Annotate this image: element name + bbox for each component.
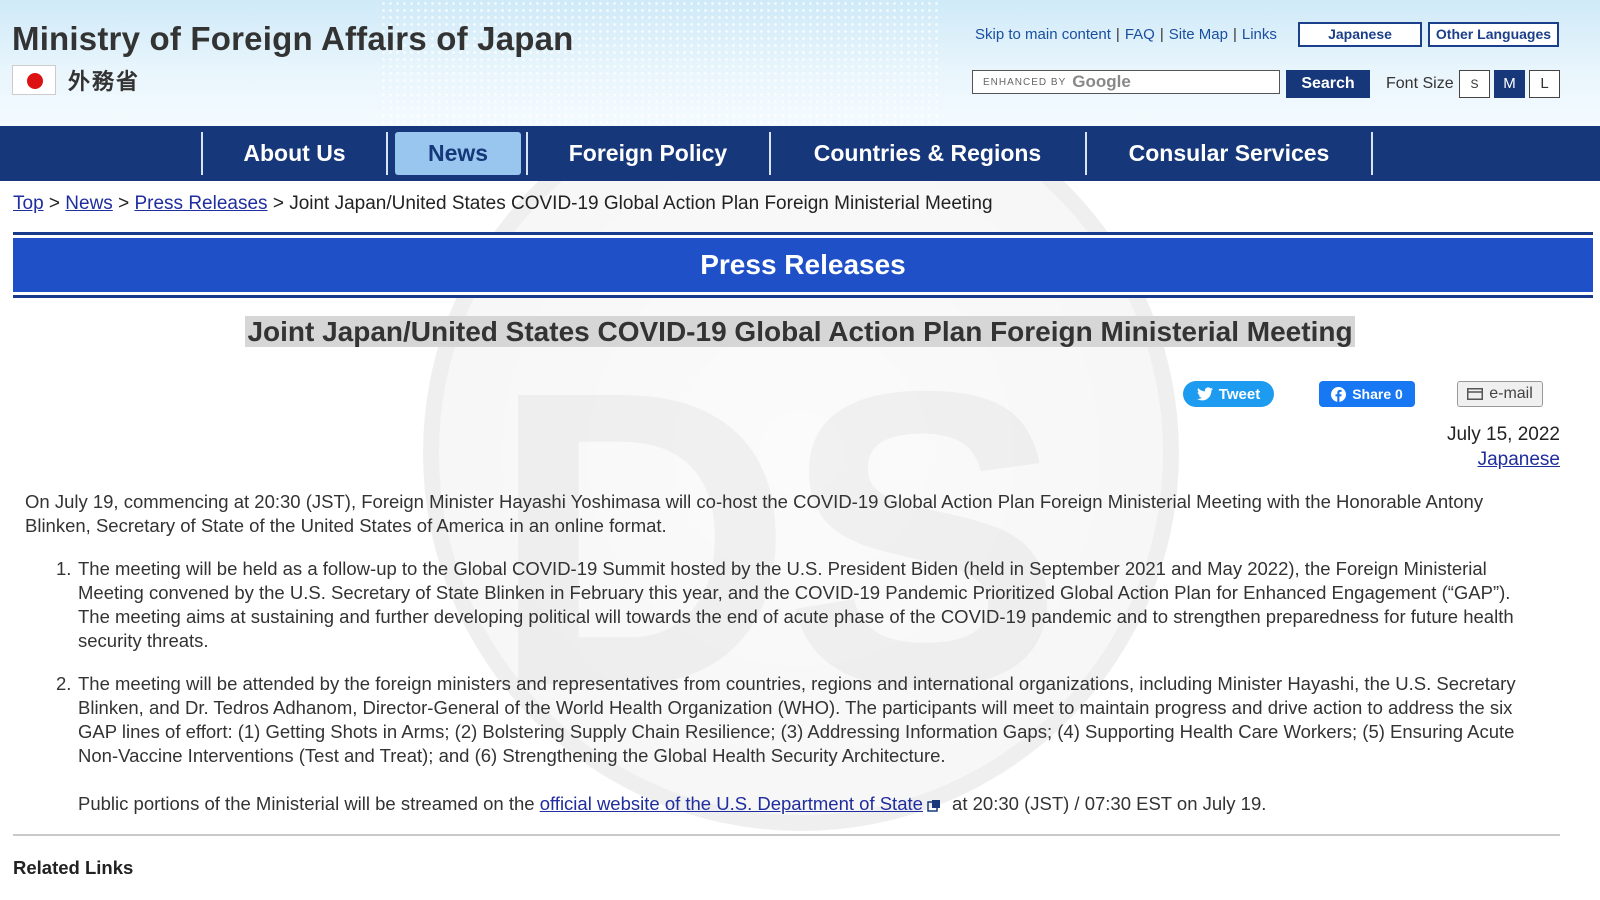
nav-separator [386, 132, 388, 175]
tweet-button[interactable]: Tweet [1183, 381, 1274, 407]
breadcrumb-separator: > [272, 193, 290, 214]
font-size-large-button[interactable]: L [1529, 70, 1560, 98]
site-header: Ministry of Foreign Affairs of Japan 外務省… [0, 0, 1600, 126]
stream-paragraph: Public portions of the Ministerial will … [78, 792, 1538, 816]
search-enhanced-label: ENHANCED BY [983, 76, 1067, 88]
intro-paragraph: On July 19, commencing at 20:30 (JST), F… [25, 491, 1484, 536]
world-map-decoration [380, 0, 940, 126]
font-size-label: Font Size [1386, 75, 1454, 92]
breadcrumb: Top > News > Press Releases > Joint Japa… [0, 187, 1600, 220]
breadcrumb-current: Joint Japan/United States COVID-19 Globa… [289, 193, 993, 214]
list-item-number: 2. [56, 673, 72, 694]
main-nav: About Us News Foreign Policy Countries &… [0, 126, 1600, 181]
related-links-heading: Related Links [13, 857, 134, 878]
google-logo: Google [1072, 72, 1131, 91]
divider [13, 834, 1560, 836]
breadcrumb-separator: > [118, 193, 135, 214]
nav-item-foreign-policy[interactable]: Foreign Policy [528, 132, 768, 175]
skip-to-main-link[interactable]: Skip to main content [975, 26, 1111, 43]
search-input[interactable]: ENHANCED BY Google [972, 70, 1280, 94]
envelope-icon [1467, 388, 1484, 400]
stream-text-before: Public portions of the Ministerial will … [78, 793, 540, 814]
external-link-icon [927, 800, 940, 812]
site-subtitle: 外務省 [12, 64, 140, 96]
faq-link[interactable]: FAQ [1125, 26, 1155, 43]
utility-links: Skip to main content | FAQ | Site Map | … [975, 26, 1277, 43]
font-size-medium-button[interactable]: M [1494, 70, 1525, 98]
list-item-text: The meeting will be attended by the fore… [78, 673, 1516, 766]
japanese-version-link[interactable]: Japanese [1478, 449, 1560, 471]
stream-text-after: at 20:30 (JST) / 07:30 EST on July 19. [946, 793, 1267, 814]
nav-item-about-us[interactable]: About Us [203, 132, 386, 175]
facebook-icon [1331, 386, 1347, 402]
nav-item-consular-services[interactable]: Consular Services [1087, 132, 1371, 175]
list-item-number: 1. [56, 558, 72, 579]
breadcrumb-news[interactable]: News [65, 193, 113, 214]
us-state-department-link[interactable]: official website of the U.S. Department … [540, 793, 923, 814]
separator: | [1232, 26, 1237, 43]
breadcrumb-separator: > [48, 193, 66, 214]
list-item: 2. The meeting will be attended by the f… [56, 672, 1538, 768]
japanese-language-button[interactable]: Japanese [1298, 22, 1422, 47]
publish-date: July 15, 2022 [1446, 424, 1560, 445]
facebook-share-button[interactable]: Share 0 [1319, 381, 1415, 407]
breadcrumb-press-releases[interactable]: Press Releases [134, 193, 267, 214]
site-title-jp: 外務省 [68, 69, 141, 94]
facebook-share-label: Share 0 [1352, 386, 1403, 402]
separator: | [1115, 26, 1120, 43]
search-button[interactable]: Search [1286, 70, 1370, 98]
details-list: 1. The meeting will be held as a follow-… [56, 557, 1538, 787]
page-title: Joint Japan/United States COVID-19 Globa… [0, 316, 1600, 348]
breadcrumb-top[interactable]: Top [13, 193, 44, 214]
list-item-text: The meeting will be held as a follow-up … [78, 558, 1514, 651]
email-share-label: e-mail [1489, 385, 1533, 402]
site-map-link[interactable]: Site Map [1169, 26, 1228, 43]
links-link[interactable]: Links [1242, 26, 1277, 43]
nav-item-news[interactable]: News [395, 132, 521, 175]
site-title[interactable]: Ministry of Foreign Affairs of Japan [12, 20, 574, 58]
japan-flag-icon [12, 65, 56, 95]
nav-item-countries-regions[interactable]: Countries & Regions [771, 132, 1084, 175]
separator: | [1159, 26, 1164, 43]
twitter-bird-icon [1196, 387, 1213, 401]
page-title-text: Joint Japan/United States COVID-19 Globa… [245, 316, 1355, 347]
tweet-label: Tweet [1218, 385, 1261, 403]
email-share-button[interactable]: e-mail [1457, 381, 1543, 407]
nav-separator [1371, 132, 1373, 175]
font-size-small-button[interactable]: S [1459, 70, 1490, 98]
section-banner: Press Releases [13, 232, 1593, 298]
list-item: 1. The meeting will be held as a follow-… [56, 557, 1538, 653]
other-languages-button[interactable]: Other Languages [1428, 22, 1559, 47]
